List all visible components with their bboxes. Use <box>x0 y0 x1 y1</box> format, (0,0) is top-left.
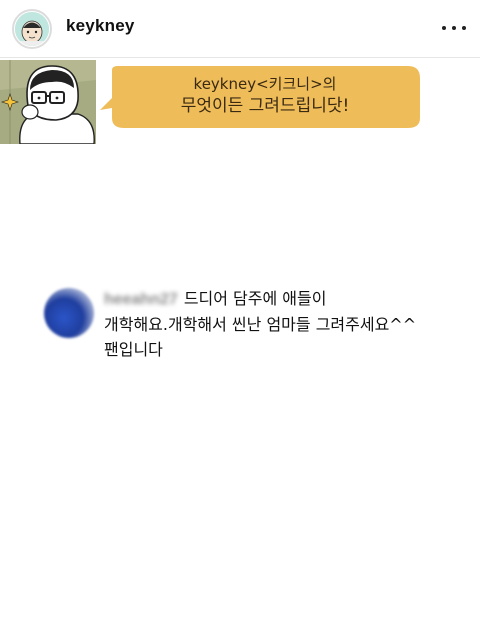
more-dot <box>442 26 446 30</box>
avatar-face-icon <box>15 12 49 46</box>
post-banner: keykney<키크니>의 무엇이든 그려드립니닷! <box>0 60 480 144</box>
speech-bubble: keykney<키크니>의 무엇이든 그려드립니닷! <box>120 74 410 118</box>
comment-line-2: 개학해요.개학해서 씬난 엄마들 그려주세요^^ <box>104 315 417 334</box>
commenter-username[interactable]: heeahn27 <box>104 291 178 308</box>
avatar <box>15 12 49 46</box>
comment-line-1: 드디어 담주에 애들이 <box>183 289 327 308</box>
profile-avatar-button[interactable] <box>12 9 52 49</box>
bubble-subtitle: 무엇이든 그려드립니닷! <box>180 96 350 116</box>
bubble-title: keykney<키크니>의 <box>193 75 337 93</box>
more-options-icon[interactable] <box>442 20 466 36</box>
post-header: keykney <box>0 0 480 58</box>
more-dot <box>462 26 466 30</box>
more-dot <box>452 26 456 30</box>
comment-text: heeahn27 드디어 담주에 애들이 개학해요.개학해서 씬난 엄마들 그려주… <box>104 286 464 362</box>
commenter-avatar[interactable] <box>44 288 94 338</box>
username-link[interactable]: keykney <box>66 16 135 36</box>
comment-line-3: 팬입니다 <box>104 340 163 359</box>
